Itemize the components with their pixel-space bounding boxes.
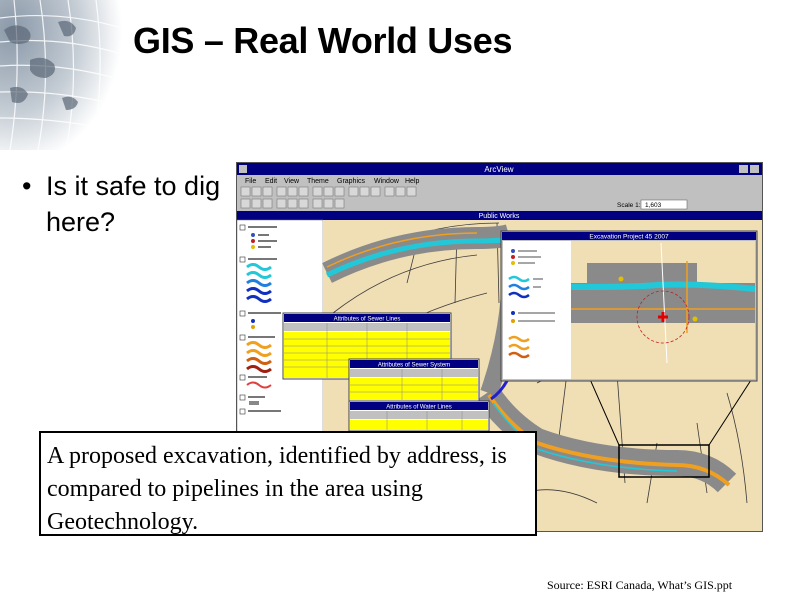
menu-file: File [245,178,256,185]
globe-decoration [0,0,122,150]
menu-graphics: Graphics [337,178,366,185]
menu-theme: Theme [307,178,329,185]
bullet-text: Is it safe to dig here? [46,171,221,237]
minimize-icon [739,165,748,173]
table-sewer-system-title: Attributes of Sewer System [378,363,450,369]
maximize-icon [750,165,759,173]
table-sewer-lines-title: Attributes of Sewer Lines [334,317,401,323]
globe-graphic [0,0,122,150]
menu-help: Help [405,178,420,185]
app-title: ArcView [484,165,513,174]
inset-window-title: Excavation Project 45 2007 [589,234,669,241]
menu-edit: Edit [265,178,277,185]
bullet-dot-icon: • [22,171,32,201]
hydrant-icon [692,316,698,322]
slide-title: GIS – Real World Uses [133,20,513,61]
scale-label: Scale 1: [617,202,641,209]
menu-view: View [284,178,300,185]
scale-value: 1,603 [645,202,662,209]
menu-window: Window [374,178,400,185]
bullet-item: • Is it safe to dig here? [22,168,222,240]
valve-icon [618,276,624,282]
table-water-lines: Attributes of Water Lines [348,400,490,432]
source-note: Source: ESRI Canada, What’s GIS.ppt [547,578,733,592]
table-water-lines-title: Attributes of Water Lines [386,405,451,411]
app-menu-box-icon [239,165,247,173]
map-window-title: Public Works [479,213,520,220]
table-sewer-system: Attributes of Sewer System [348,358,480,402]
caption-box: A proposed excavation, identified by add… [39,431,537,536]
